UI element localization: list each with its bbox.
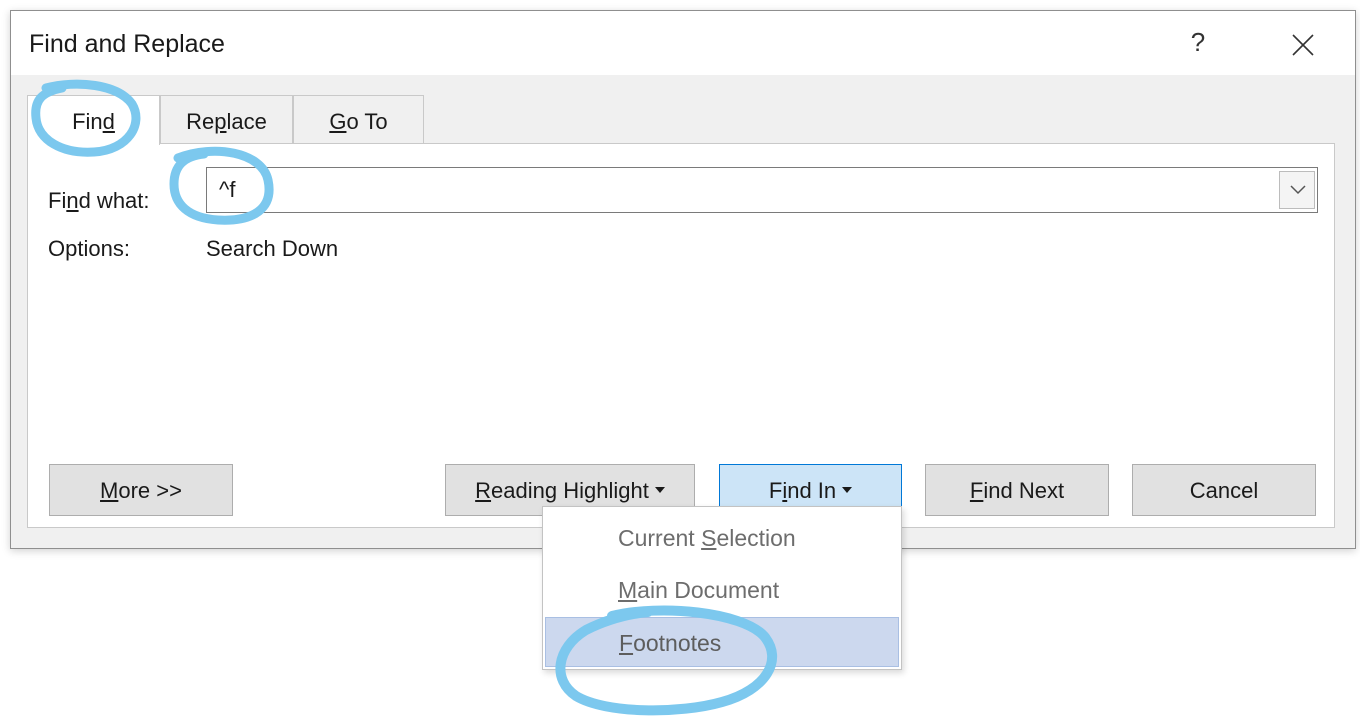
menu-item-footnotes[interactable]: Footnotes [545,617,899,667]
find-next-button[interactable]: Find Next [925,464,1109,516]
find-what-input[interactable] [207,168,1277,212]
menu-item-current-selection[interactable]: Current Selection [545,513,899,563]
dropdown-caret-icon [842,487,853,494]
menu-item-main-document[interactable]: Main Document [545,565,899,615]
options-label: Options: [48,236,130,261]
find-in-menu: Current Selection Main Document Footnote… [542,506,902,670]
more-button[interactable]: More >> [49,464,233,516]
cancel-button[interactable]: Cancel [1132,464,1316,516]
find-what-combobox[interactable] [206,167,1318,213]
tab-find[interactable]: Find [27,95,160,145]
find-history-dropdown-button[interactable] [1279,171,1315,209]
find-replace-dialog: Find and Replace ? Find Replace Go To Fi… [10,10,1356,549]
tab-replace[interactable]: Replace [160,95,293,143]
dialog-title: Find and Replace [29,30,225,58]
tab-go-to[interactable]: Go To [293,95,424,143]
close-icon[interactable] [1285,27,1321,63]
chevron-down-icon [1290,185,1306,195]
options-value: Search Down [206,236,339,261]
find-panel: Find what: Options: Search Down More >> … [27,143,1335,528]
help-button[interactable]: ? [1183,25,1213,59]
dropdown-caret-icon [654,487,665,494]
find-what-label: Find what: [48,188,150,213]
title-bar: Find and Replace ? [11,11,1355,75]
